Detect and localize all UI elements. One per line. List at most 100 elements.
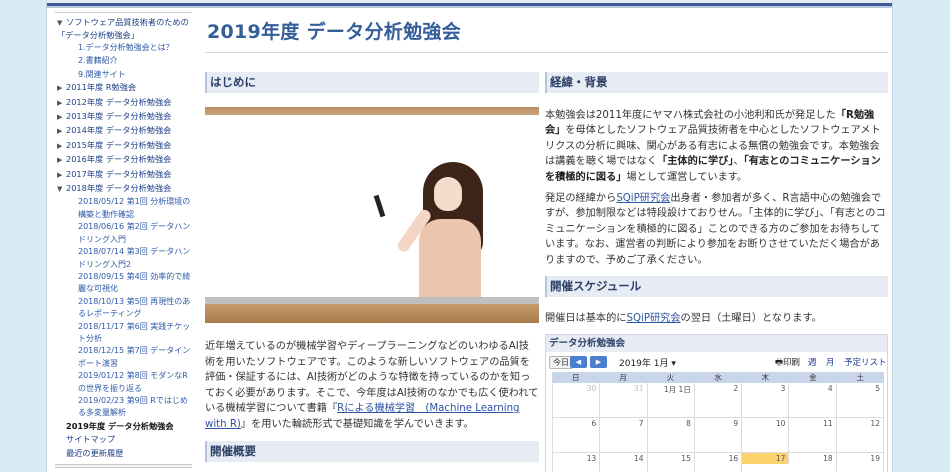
chevron-right-icon[interactable]: ▶ [57, 97, 66, 110]
calendar-day[interactable]: 10 [742, 418, 790, 452]
sidebar-item-label[interactable]: サイトマップ [66, 434, 115, 444]
calendar-day-today[interactable]: 17 [742, 453, 790, 464]
sidebar-item-label[interactable]: ソフトウェア品質技術者のための「データ分析勉強会」 [57, 17, 189, 40]
sqip-link[interactable]: SQiP研究会 [627, 313, 681, 324]
sidebar-item-label[interactable]: 2011年度 R勉強会 [66, 82, 136, 92]
sidebar-session-8[interactable]: 2019/01/12 第8回 モダンなRの世界を振り返る [55, 370, 192, 395]
section-heading-overview: 開催概要 [205, 441, 539, 462]
chevron-right-icon[interactable]: ▶ [57, 82, 66, 95]
sidebar-item-label[interactable]: 2018年度 データ分析勉強会 [66, 183, 171, 193]
sidebar-session-5[interactable]: 2018/10/13 第5回 再現性のあるレポーティング [55, 296, 192, 321]
chevron-down-icon[interactable]: ▼ [57, 17, 66, 29]
sidebar-session-4[interactable]: 2018/09/15 第4回 効率的で綺麗な可視化 [55, 271, 192, 296]
calendar-day[interactable]: 15 [648, 453, 695, 472]
weekday-label: 月 [619, 373, 627, 382]
background-text: 本勉強会は2011年度にヤマハ株式会社の小池利和氏が発足した「R勉強会」を母体と… [545, 108, 888, 274]
next-month-button[interactable]: ▶ [590, 356, 607, 368]
text: 場として運営しています。 [626, 171, 748, 183]
chevron-right-icon[interactable]: ▶ [57, 125, 66, 138]
calendar-day[interactable]: 13 [552, 453, 601, 472]
calendar-day[interactable]: 4 [789, 383, 837, 417]
view-week-tab[interactable]: 週 [808, 356, 817, 368]
sidebar-nav: ▼ ソフトウェア品質技術者のための「データ分析勉強会」 1.データ分析勉強会とは？… [55, 12, 192, 468]
sidebar-session-9[interactable]: 2019/02/23 第9回 Rではじめる多変量解析 [55, 395, 192, 420]
calendar-week-row: 30 31 1月 1日 2 3 4 5 [552, 383, 884, 418]
chevron-right-icon[interactable]: ▶ [57, 169, 66, 182]
chevron-right-icon[interactable]: ▶ [57, 154, 66, 167]
view-agenda-tab[interactable]: 予定リスト [844, 356, 887, 368]
sidebar-item-label[interactable]: 2015年度 データ分析勉強会 [66, 140, 171, 150]
whiteboard [205, 115, 539, 301]
sidebar-item-2016[interactable]: ▶ 2016年度 データ分析勉強会 [55, 153, 192, 167]
sidebar-session-6[interactable]: 2018/11/17 第6回 実践チケット分析 [55, 321, 192, 346]
sqip-link[interactable]: SQiP研究会 [616, 193, 670, 204]
sidebar-item-label[interactable]: 2017年度 データ分析勉強会 [66, 169, 171, 179]
calendar-title: データ分析勉強会 [546, 335, 887, 352]
sidebar-item-2011[interactable]: ▶ 2011年度 R勉強会 [55, 81, 192, 95]
sidebar-session-7[interactable]: 2018/12/15 第7回 データインポート演習 [55, 345, 192, 370]
sidebar-item-recent[interactable]: 最近の更新履歴 [55, 447, 192, 460]
text: 発足の経緯から [545, 193, 617, 205]
calendar-day[interactable]: 2 [695, 383, 743, 417]
sidebar-item-links[interactable]: 9.関連サイト [55, 68, 192, 81]
sidebar-session-1[interactable]: 2018/05/12 第1回 分析環境の構築と動作確認 [55, 196, 192, 221]
calendar-day[interactable]: 16 [695, 453, 743, 472]
weekday-label: 日 [571, 373, 580, 382]
view-month-tab[interactable]: 月 [826, 356, 835, 368]
calendar-day[interactable]: 14 [600, 453, 648, 472]
calendar-day[interactable]: 5 [837, 383, 884, 417]
calendar-week-row: 13 14 15 16 17 18 19 [552, 453, 884, 472]
sidebar-item-label[interactable]: 2019年度 データ分析勉強会 [66, 421, 174, 431]
calendar-day[interactable]: 11 [789, 418, 837, 452]
sidebar-item-label[interactable]: 2013年度 データ分析勉強会 [66, 111, 171, 121]
weekday-label: 火 [666, 373, 675, 382]
page-title: 2019年度 データ分析勉強会 [207, 21, 461, 43]
chevron-right-icon[interactable]: ▶ [57, 111, 66, 124]
sidebar-item-2018[interactable]: ▼ 2018年度 データ分析勉強会 [55, 182, 192, 196]
sidebar-item-root[interactable]: ▼ ソフトウェア品質技術者のための「データ分析勉強会」 [55, 16, 192, 41]
sidebar-item-label[interactable]: 2016年度 データ分析勉強会 [66, 154, 171, 164]
print-button[interactable]: 🖶印刷 [775, 356, 800, 371]
whiteboard-tray [205, 297, 539, 304]
calendar-day[interactable]: 7 [600, 418, 648, 452]
sidebar-session-2[interactable]: 2018/06/16 第2回 データハンドリング入門 [55, 221, 192, 246]
calendar-day[interactable]: 3 [742, 383, 790, 417]
weekday-label: 水 [714, 373, 722, 382]
calendar-day[interactable]: 30 [552, 383, 601, 417]
calendar-day[interactable]: 8 [648, 418, 695, 452]
sidebar-item-2012[interactable]: ▶ 2012年度 データ分析勉強会 [55, 96, 192, 110]
calendar-day[interactable]: 6 [552, 418, 601, 452]
sidebar-item-2019[interactable]: 2019年度 データ分析勉強会 [55, 420, 192, 433]
text: 本勉強会は2011年度にヤマハ株式会社の小池利和氏が発足した [545, 110, 836, 121]
chevron-down-icon[interactable]: ▼ [57, 183, 66, 196]
calendar-day[interactable]: 12 [837, 418, 884, 452]
intro-text-end: 』を用いた輪読形式で基礎知識を学んでいきます。 [240, 418, 474, 430]
sidebar-item-2015[interactable]: ▶ 2015年度 データ分析勉強会 [55, 139, 192, 153]
prev-month-button[interactable]: ◀ [570, 356, 587, 368]
weekday-label: 金 [809, 373, 817, 382]
month-selector[interactable]: 2019年 1月 ▾ [619, 356, 676, 369]
sidebar-item-sitemap[interactable]: サイトマップ [55, 433, 192, 446]
calendar-day[interactable]: 1月 1日 [648, 383, 695, 417]
text: 開催日は基本的に [545, 313, 627, 324]
sidebar-item-2014[interactable]: ▶ 2014年度 データ分析勉強会 [55, 124, 192, 138]
text: 、 [733, 156, 744, 168]
sidebar-item-books[interactable]: 2.書籍紹介 [55, 54, 192, 67]
calendar-day[interactable]: 18 [789, 453, 837, 472]
sidebar-item-label[interactable]: 2012年度 データ分析勉強会 [66, 97, 171, 107]
sidebar-item-label[interactable]: 最近の更新履歴 [66, 448, 123, 458]
sidebar-item-2013[interactable]: ▶ 2013年度 データ分析勉強会 [55, 110, 192, 124]
calendar-toolbar: 今日 ◀ ▶ 2019年 1月 ▾ 🖶印刷 週 月 予定リスト [546, 352, 887, 370]
sidebar-item-2017[interactable]: ▶ 2017年度 データ分析勉強会 [55, 168, 192, 182]
sidebar-item-label[interactable]: 2014年度 データ分析勉強会 [66, 125, 171, 135]
calendar-day[interactable]: 19 [837, 453, 884, 472]
person-face [434, 177, 462, 211]
printer-icon: 🖶 [775, 358, 784, 368]
sidebar-item-about[interactable]: 1.データ分析勉強会とは？ [55, 41, 192, 54]
chevron-right-icon[interactable]: ▶ [57, 140, 66, 153]
section-heading-intro: はじめに [205, 72, 539, 93]
sidebar-session-3[interactable]: 2018/07/14 第3回 データハンドリング入門2 [55, 246, 192, 271]
calendar-day[interactable]: 31 [600, 383, 648, 417]
text: の翌日（土曜日）となります。 [680, 313, 822, 324]
calendar-day[interactable]: 9 [695, 418, 743, 452]
